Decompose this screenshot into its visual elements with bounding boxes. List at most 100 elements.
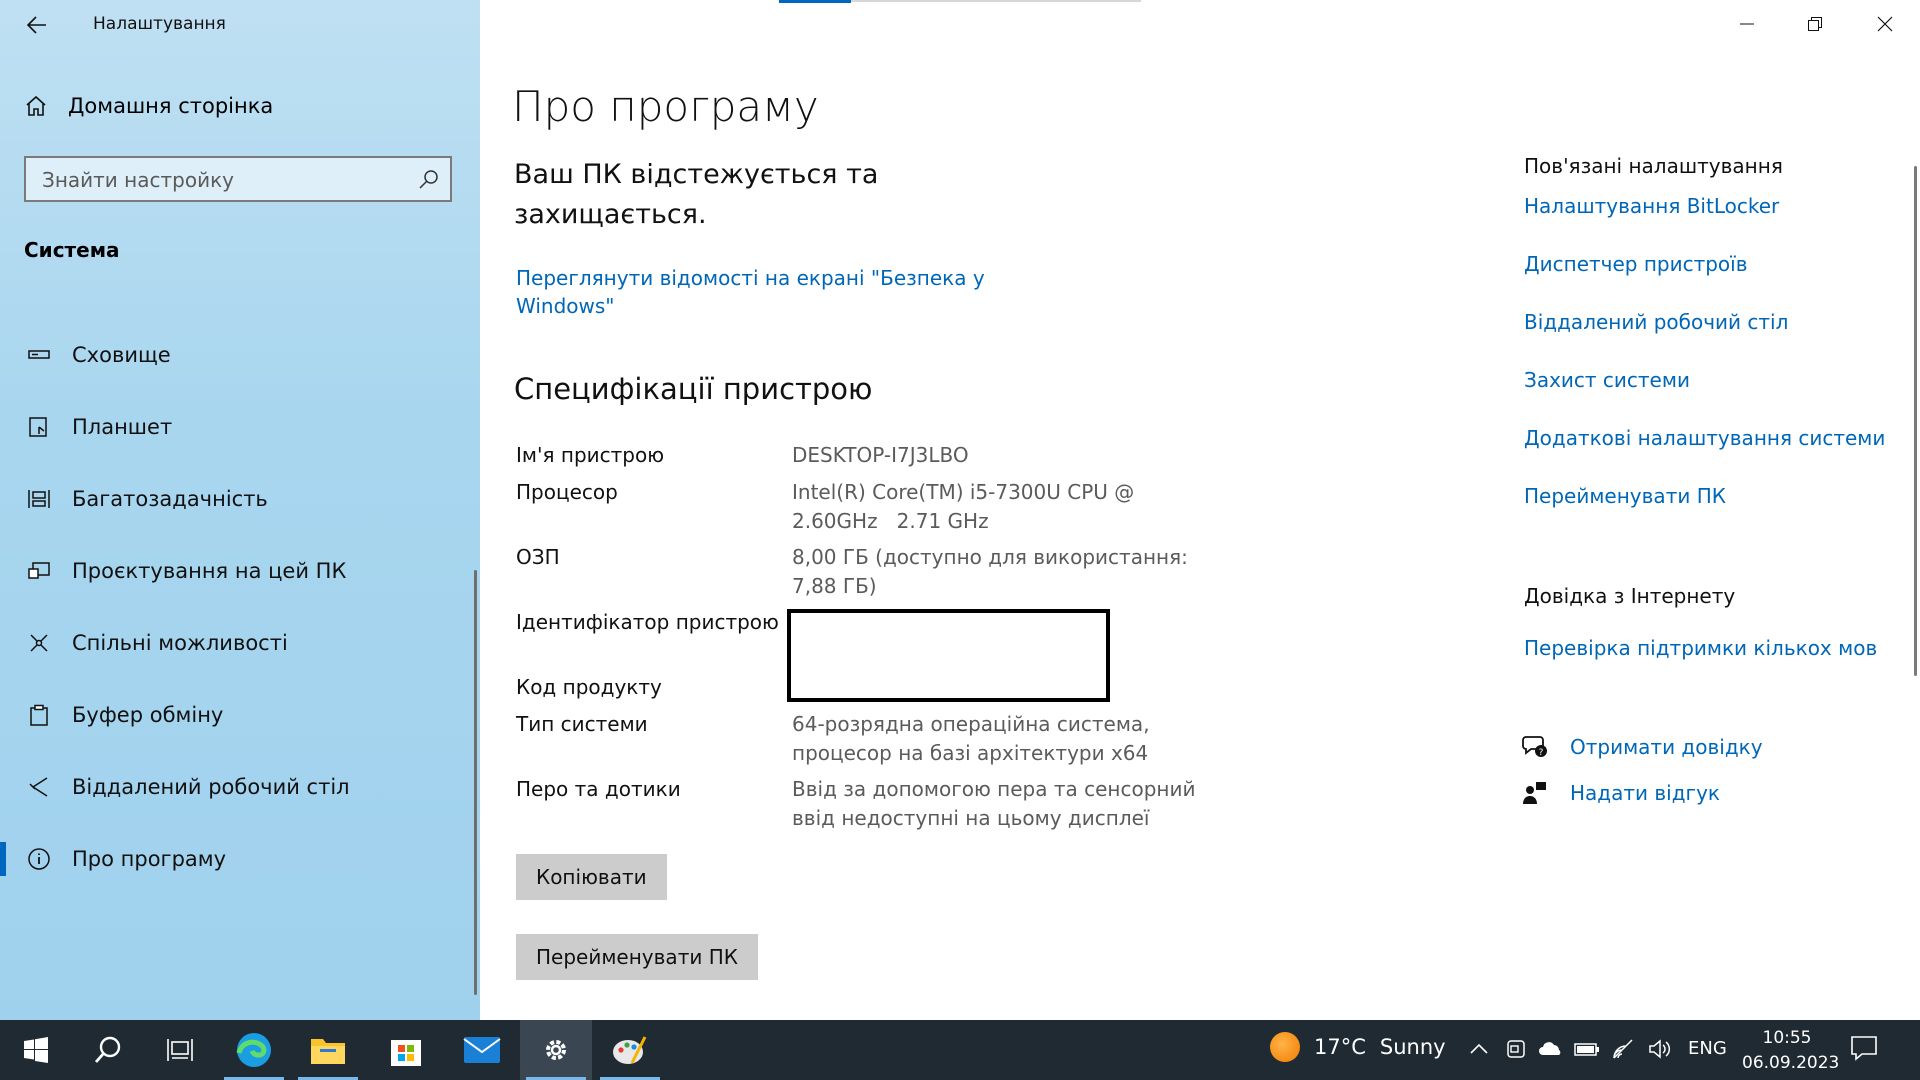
clipboard-icon bbox=[30, 704, 48, 726]
search-box[interactable] bbox=[24, 156, 452, 202]
sidebar-item-remote-desktop[interactable]: Віддалений робочий стіл bbox=[0, 758, 470, 816]
minimize-icon bbox=[1740, 23, 1754, 25]
spec-key: Перо та дотики bbox=[516, 777, 681, 801]
give-feedback-link[interactable]: Надати відгук bbox=[1570, 781, 1720, 805]
sidebar-item-shared-experiences[interactable]: Спільні можливості bbox=[0, 614, 470, 672]
spec-key: Ідентифікатор пристрою bbox=[516, 610, 779, 634]
sidebar-item-clipboard[interactable]: Буфер обміну bbox=[0, 686, 470, 744]
search-input[interactable] bbox=[40, 158, 404, 202]
sidebar-item-multitasking[interactable]: Багатозадачність bbox=[0, 470, 470, 528]
task-view-button[interactable] bbox=[144, 1020, 216, 1080]
spec-value: Ввід за допомогою пера та сенсорний ввід… bbox=[792, 777, 1196, 830]
close-button[interactable] bbox=[1860, 8, 1910, 40]
start-icon bbox=[24, 1037, 48, 1063]
sidebar-item-about[interactable]: Про програму bbox=[0, 830, 470, 888]
weather-condition: Sunny bbox=[1379, 1035, 1446, 1059]
shared-experiences-icon bbox=[30, 634, 48, 652]
onedrive-icon[interactable] bbox=[1538, 1038, 1564, 1060]
back-arrow-icon bbox=[27, 16, 46, 34]
search-icon[interactable] bbox=[418, 168, 440, 190]
tablet-icon bbox=[29, 417, 47, 437]
mail-app[interactable] bbox=[446, 1020, 518, 1080]
section-title: Система bbox=[24, 238, 120, 262]
file-explorer-app[interactable] bbox=[292, 1020, 364, 1080]
spec-key: Тип системи bbox=[516, 712, 648, 736]
sidebar-item-label: Про програму bbox=[72, 847, 227, 871]
storage-icon bbox=[28, 350, 50, 359]
get-help-row[interactable]: ? Отримати довідку bbox=[1522, 734, 1763, 760]
home-link[interactable]: Домашня сторінка bbox=[24, 94, 273, 118]
file-explorer-icon bbox=[311, 1039, 345, 1064]
language-support-link[interactable]: Перевірка підтримки кількох мов bbox=[1524, 636, 1877, 660]
redaction-box bbox=[787, 609, 1110, 702]
sidebar-item-label: Буфер обміну bbox=[72, 703, 224, 727]
spec-value: Intel(R) Core(TM) i5-7300U CPU @ 2.60GHz… bbox=[792, 480, 1141, 533]
restore-button[interactable] bbox=[1790, 8, 1840, 40]
spec-key: ОЗП bbox=[516, 545, 560, 569]
back-button[interactable] bbox=[22, 10, 52, 40]
weather-widget[interactable]: 17°C Sunny bbox=[1270, 1032, 1446, 1062]
spec-key: Процесор bbox=[516, 480, 618, 504]
main-scrollbar[interactable] bbox=[1914, 166, 1917, 676]
settings-icon bbox=[546, 1040, 566, 1060]
task-view-icon bbox=[167, 1039, 193, 1061]
page-title: Про програму bbox=[512, 82, 819, 131]
paint-icon bbox=[613, 1036, 647, 1064]
security-link[interactable]: Переглянути відомості на екрані "Безпека… bbox=[516, 264, 996, 320]
projecting-icon bbox=[28, 562, 50, 579]
rename-pc-button[interactable]: Перейменувати ПК bbox=[516, 934, 758, 980]
mail-icon bbox=[463, 1037, 501, 1063]
feedback-row[interactable]: Надати відгук bbox=[1522, 780, 1720, 806]
home-label: Домашня сторінка bbox=[68, 94, 274, 118]
system-protection-link[interactable]: Захист системи bbox=[1524, 368, 1690, 392]
info-icon bbox=[28, 848, 50, 870]
clock-date: 06.09.2023 bbox=[1742, 1053, 1840, 1073]
feedback-icon bbox=[1523, 782, 1546, 804]
copy-button[interactable]: Копіювати bbox=[516, 854, 667, 900]
taskbar-search-button[interactable] bbox=[72, 1020, 144, 1080]
bitlocker-link[interactable]: Налаштування BitLocker bbox=[1524, 194, 1779, 218]
clock[interactable]: 10:55 06.09.2023 bbox=[1742, 1026, 1840, 1076]
volume-icon[interactable] bbox=[1648, 1038, 1672, 1060]
settings-app[interactable] bbox=[520, 1020, 592, 1080]
top-tab-track bbox=[851, 0, 1141, 2]
multitasking-icon bbox=[28, 490, 50, 508]
taskbar: 17°C Sunny ENG 10:55 06.09.2023 bbox=[0, 1020, 1920, 1080]
sidebar-item-label: Планшет bbox=[72, 415, 173, 439]
sidebar-item-projecting[interactable]: Проєктування на цей ПК bbox=[0, 542, 470, 600]
sidebar-item-label: Сховище bbox=[72, 343, 171, 367]
minimize-button[interactable] bbox=[1722, 8, 1772, 40]
device-manager-link[interactable]: Диспетчер пристроїв bbox=[1524, 252, 1748, 276]
store-app[interactable] bbox=[370, 1020, 442, 1080]
specs-title: Специфікації пристрою bbox=[514, 372, 873, 406]
edge-app[interactable] bbox=[218, 1020, 290, 1080]
action-center-icon[interactable] bbox=[1850, 1034, 1878, 1062]
weather-temperature: 17°C bbox=[1314, 1035, 1366, 1059]
battery-icon[interactable] bbox=[1574, 1038, 1600, 1060]
sidebar-item-label: Багатозадачність bbox=[72, 487, 268, 511]
sidebar-scrollbar[interactable] bbox=[474, 570, 477, 995]
sidebar-item-tablet[interactable]: Планшет bbox=[0, 398, 470, 456]
meet-now-icon[interactable] bbox=[1505, 1038, 1527, 1060]
input-language[interactable]: ENG bbox=[1688, 1038, 1727, 1059]
spec-value: DESKTOP-I7J3LBO bbox=[792, 443, 969, 467]
chevron-up-icon[interactable] bbox=[1468, 1038, 1490, 1060]
svg-text:?: ? bbox=[1539, 748, 1544, 758]
spec-value: 8,00 ГБ (доступно для використання: 7,88… bbox=[792, 545, 1188, 598]
rename-pc-link[interactable]: Перейменувати ПК bbox=[1524, 484, 1726, 508]
start-button[interactable] bbox=[0, 1020, 72, 1080]
sidebar-item-label: Проєктування на цей ПК bbox=[72, 559, 347, 583]
get-help-icon: ? bbox=[1522, 736, 1547, 758]
app-title: Налаштування bbox=[93, 14, 226, 34]
paint-app[interactable] bbox=[594, 1020, 666, 1080]
wifi-icon[interactable] bbox=[1612, 1038, 1636, 1060]
sidebar-item-storage[interactable]: Сховище bbox=[0, 326, 470, 384]
advanced-system-settings-link[interactable]: Додаткові налаштування системи bbox=[1524, 426, 1885, 450]
get-help-link[interactable]: Отримати довідку bbox=[1570, 735, 1763, 759]
edge-icon bbox=[236, 1033, 271, 1067]
remote-desktop-link[interactable]: Віддалений робочий стіл bbox=[1524, 310, 1788, 334]
web-help-title: Довідка з Інтернету bbox=[1524, 584, 1736, 608]
navigation-pane: Налаштування Домашня сторінка Система Сх… bbox=[0, 0, 480, 1020]
sun-icon bbox=[1270, 1032, 1300, 1062]
top-tab-indicator bbox=[779, 0, 851, 3]
